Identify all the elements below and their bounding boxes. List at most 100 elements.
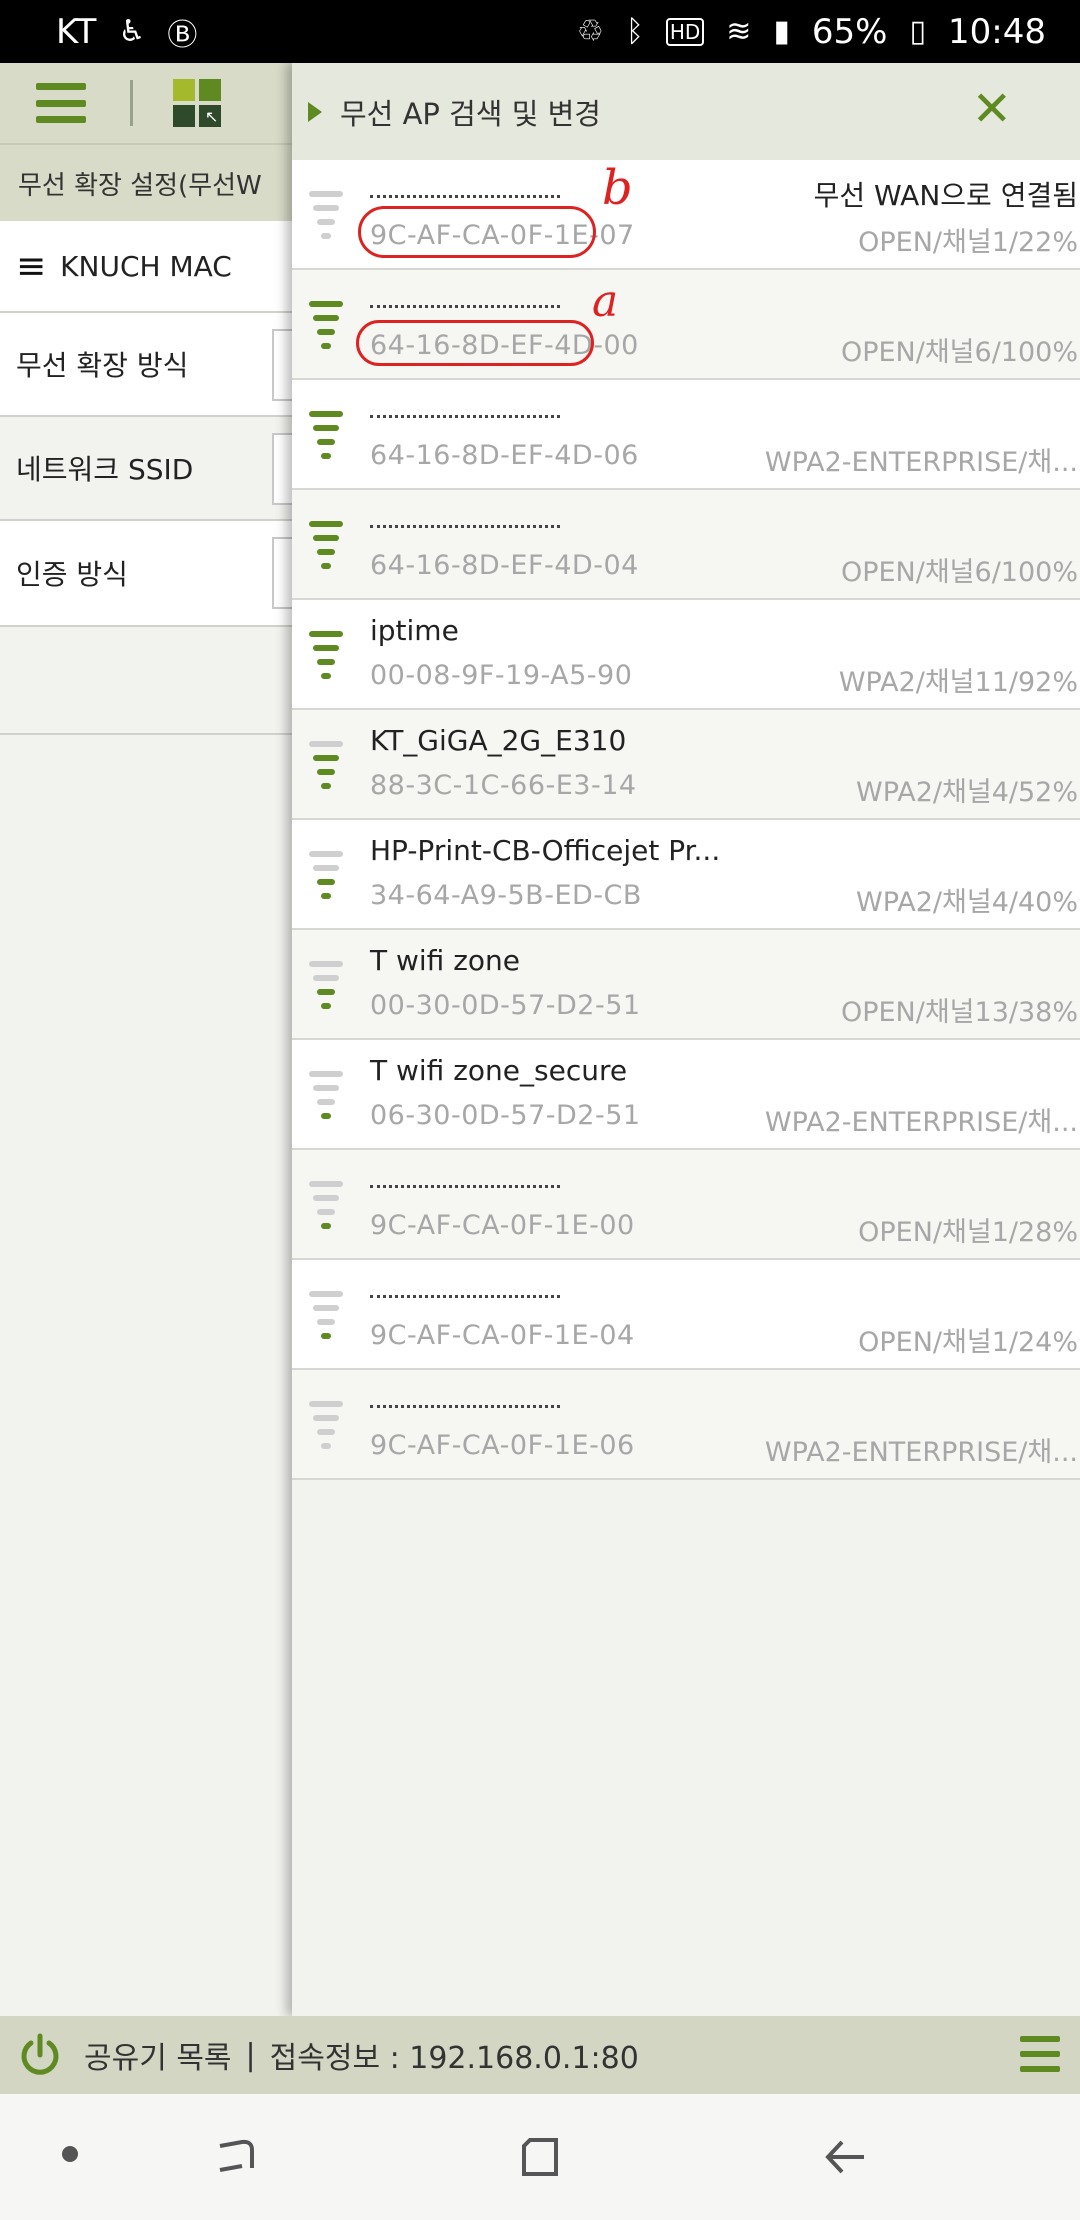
wifi-signal-icon <box>306 1395 346 1453</box>
row-label: 인증 방식 <box>16 558 128 591</box>
hd-voice-icon: HD <box>665 17 705 46</box>
row-label: 네트워크 SSID <box>16 453 194 486</box>
wifi-signal-icon <box>306 405 346 463</box>
ap-connection-status: 무선 WAN으로 연결됨 <box>813 179 1078 212</box>
connection-info: 접속정보 : 192.168.0.1:80 <box>269 2041 639 2076</box>
ap-security-channel-strength: WPA2-ENTERPRISE/채... <box>764 447 1078 478</box>
close-icon[interactable]: ✕ <box>972 85 1012 133</box>
ap-ssid: HP-Print-CB-Officejet Pr... <box>370 834 721 867</box>
redacted-ssid <box>370 1150 560 1188</box>
ap-list-item[interactable]: T wifi zone 00-30-0D-57-D2-51 OPEN/채널13/38… <box>292 930 1080 1040</box>
ap-mac-address: 9C-AF-CA-0F-1E-00 <box>370 1210 635 1241</box>
ap-list-item[interactable]: 9C-AF-CA-0F-1E-06 WPA2-ENTERPRISE/채... <box>292 1370 1080 1480</box>
wifi-signal-icon <box>306 845 346 903</box>
ap-list-item[interactable]: T wifi zone_secure 06-30-0D-57-D2-51 WPA2-… <box>292 1040 1080 1150</box>
signal-icon: ≡ <box>16 245 47 287</box>
ap-security-channel-strength: WPA2-ENTERPRISE/채... <box>764 1107 1078 1138</box>
wifi-signal-icon <box>306 1175 346 1233</box>
panel-header: 무선 AP 검색 및 변경 ✕ <box>292 63 1080 160</box>
ap-ssid: iptime <box>370 614 459 647</box>
power-icon[interactable] <box>18 2033 62 2077</box>
wifi-signal-icon <box>306 1065 346 1123</box>
router-list-link[interactable]: 공유기 목록 <box>84 2033 232 2077</box>
ssid-row[interactable]: 네트워크 SSID <box>0 417 312 521</box>
accessibility-icon: ♿ <box>118 14 146 49</box>
redacted-ssid <box>370 1370 560 1408</box>
carrier-label: KT <box>56 11 97 52</box>
ap-security-channel-strength: WPA2-ENTERPRISE/채... <box>764 1437 1078 1468</box>
home-square-icon[interactable] <box>516 2132 566 2182</box>
wifi-signal-icon <box>306 1285 346 1343</box>
ap-mac-address: 00-30-0D-57-D2-51 <box>370 990 641 1021</box>
ap-security-channel-strength: OPEN/채널6/100% <box>840 557 1078 588</box>
recent-apps-icon[interactable] <box>212 2132 262 2182</box>
ap-mac-address: 64-16-8D-EF-4D-04 <box>370 550 639 581</box>
annotation-label-a: a <box>592 276 619 327</box>
ap-mac-address: 06-30-0D-57-D2-51 <box>370 1100 641 1131</box>
wifi-signal-icon <box>306 735 346 793</box>
app-b-icon: Ⓑ <box>167 17 198 53</box>
bottom-bar: 공유기 목록 | 접속정보 : 192.168.0.1:80 <box>0 2016 1080 2094</box>
ap-mac-address: 00-08-9F-19-A5-90 <box>370 660 633 691</box>
ap-list-item[interactable]: KT_GiGA_2G_E310 88-3C-1C-66-E3-14 WPA2/채널4… <box>292 710 1080 820</box>
ap-security-channel-strength: WPA2/채널11/92% <box>838 667 1078 698</box>
redacted-ssid <box>370 1260 560 1298</box>
row-label: 무선 확장 방식 <box>16 349 189 382</box>
battery-icon: ▯ <box>909 14 927 49</box>
status-bar: KT ♿ Ⓑ ♲ ᛒ HD ≋ ▮ 65% ▯ 10:48 <box>0 0 1080 63</box>
ap-list-item[interactable]: 64-16-8D-EF-4D-06 WPA2-ENTERPRISE/채... <box>292 380 1080 490</box>
redacted-ssid <box>370 160 560 198</box>
ap-security-channel-strength: WPA2/채널4/52% <box>856 777 1078 808</box>
ap-security-channel-strength: OPEN/채널1/24% <box>858 1327 1078 1358</box>
bottom-separator: | <box>245 2037 256 2073</box>
dashboard-shortcut-icon[interactable]: ↖ <box>173 79 221 127</box>
ap-ssid: KT_GiGA_2G_E310 <box>370 724 627 757</box>
ap-list-item[interactable]: 9C-AF-CA-0F-1E-04 OPEN/채널1/24% <box>292 1260 1080 1370</box>
extension-mode-row[interactable]: 무선 확장 방식 <box>0 313 312 417</box>
ap-security-channel-strength: OPEN/채널1/28% <box>858 1217 1078 1248</box>
ap-mac-address: 34-64-A9-5B-ED-CB <box>370 880 642 911</box>
bottom-menu-icon[interactable] <box>1020 2036 1060 2072</box>
bluetooth-icon: ᛒ <box>625 14 644 49</box>
panel-title: 무선 AP 검색 및 변경 <box>340 96 601 131</box>
ap-list-item[interactable]: HP-Print-CB-Officejet Pr... 34-64-A9-5B-E… <box>292 820 1080 930</box>
back-arrow-icon[interactable] <box>820 2132 870 2182</box>
network-selector[interactable]: ≡ KNUCH MAC <box>0 221 292 313</box>
auth-method-row[interactable]: 인증 방식 <box>0 521 312 627</box>
ap-security-channel-strength: OPEN/채널6/100% <box>840 337 1078 368</box>
app-header: ↖ <box>0 63 292 143</box>
battery-percent: 65% <box>811 11 888 52</box>
clock: 10:48 <box>948 11 1046 52</box>
redacted-ssid <box>370 380 560 418</box>
annotation-circle-a <box>356 320 594 366</box>
ap-security-channel-strength: WPA2/채널4/40% <box>856 887 1078 918</box>
ap-list-item[interactable]: 64-16-8D-EF-4D-04 OPEN/채널6/100% <box>292 490 1080 600</box>
menu-icon[interactable] <box>36 83 86 123</box>
wifi-icon: ≋ <box>726 14 752 49</box>
ap-mac-address: 9C-AF-CA-0F-1E-04 <box>370 1320 635 1351</box>
section-title: 무선 확장 설정(무선W <box>0 143 292 221</box>
redacted-ssid <box>370 270 560 308</box>
redacted-ssid <box>370 490 560 528</box>
ap-ssid: T wifi zone_secure <box>370 1054 628 1087</box>
annotation-label-b: b <box>602 160 633 216</box>
header-divider <box>130 80 133 126</box>
network-label: KNUCH MAC <box>60 249 232 283</box>
cell-signal-icon: ▮ <box>773 14 790 49</box>
ap-security-channel-strength: OPEN/채널13/38% <box>840 997 1078 1028</box>
ap-ssid: T wifi zone <box>370 944 521 977</box>
wifi-signal-icon <box>306 625 346 683</box>
wifi-signal-icon <box>306 955 346 1013</box>
ap-mac-address: 9C-AF-CA-0F-1E-06 <box>370 1430 635 1461</box>
home-dot-icon[interactable] <box>62 2146 78 2162</box>
recycle-icon: ♲ <box>576 14 604 49</box>
ap-security-channel-strength: OPEN/채널1/22% <box>858 227 1078 258</box>
empty-row <box>0 627 292 735</box>
wifi-signal-icon <box>306 185 346 243</box>
wifi-signal-icon <box>306 515 346 573</box>
ap-list-item[interactable]: iptime 00-08-9F-19-A5-90 WPA2/채널11/92% <box>292 600 1080 710</box>
system-nav-bar <box>0 2094 1080 2220</box>
ap-list-item[interactable]: 9C-AF-CA-0F-1E-00 OPEN/채널1/28% <box>292 1150 1080 1260</box>
annotation-circle-b <box>358 206 596 258</box>
ap-mac-address: 88-3C-1C-66-E3-14 <box>370 770 637 801</box>
